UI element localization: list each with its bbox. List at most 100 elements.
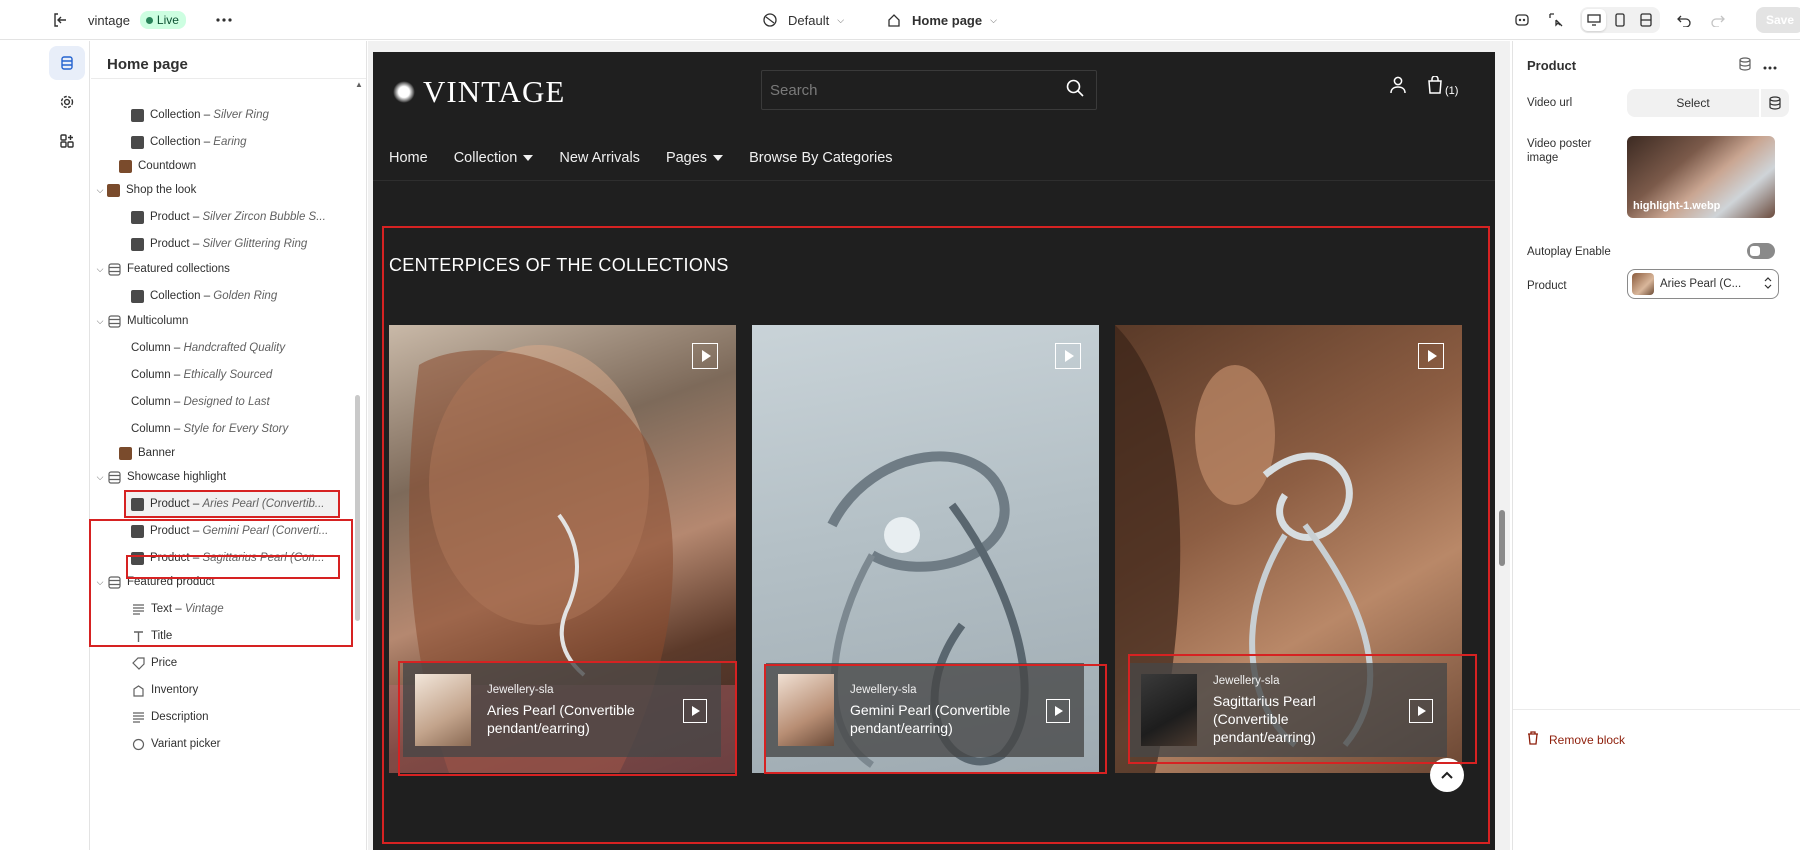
sections-icon — [61, 56, 73, 70]
collapse-chevron-icon[interactable]: ⌵ — [93, 185, 107, 196]
tree-node-23[interactable]: Description — [91, 705, 209, 729]
video-play-icon[interactable] — [692, 343, 718, 369]
product-name[interactable]: Gemini Pearl (Convertible pendant/earrin… — [850, 701, 1018, 737]
tree-node-label: Product — [150, 525, 190, 537]
tree-node-0[interactable]: Collection – Silver Ring — [91, 103, 269, 127]
theme-settings-tab[interactable] — [49, 85, 85, 119]
viewport-toggle — [1580, 7, 1660, 33]
tree-node-label: Description — [151, 711, 209, 723]
tree-node-8[interactable]: ⌵ Multicolumn — [91, 309, 188, 333]
mobile-view-icon[interactable] — [1608, 9, 1632, 31]
collapse-chevron-icon[interactable]: ⌵ — [93, 316, 107, 327]
tree-node-9[interactable]: Column – Handcrafted Quality — [91, 336, 285, 360]
sidebar-scrollbar[interactable] — [355, 395, 360, 621]
tree-node-13[interactable]: Banner — [91, 441, 175, 465]
apps-tab[interactable] — [49, 124, 85, 158]
dynamic-source-button[interactable] — [1761, 89, 1789, 117]
tree-node-21[interactable]: Price — [91, 651, 177, 675]
video-url-select-button[interactable]: Select — [1627, 89, 1759, 117]
page-title: Home page — [91, 41, 366, 79]
select-element-icon[interactable] — [1546, 10, 1566, 30]
tree-node-3[interactable]: ⌵ Shop the look — [91, 178, 196, 202]
collapse-chevron-icon[interactable]: ⌵ — [93, 577, 107, 588]
product-card[interactable]: Jewellery-sla Gemini Pearl (Convertible … — [766, 663, 1084, 757]
tree-node-24[interactable]: Variant picker — [91, 732, 220, 756]
nav-browse-categories[interactable]: Browse By Categories — [749, 150, 892, 166]
product-name[interactable]: Sagittarius Pearl (Convertible pendant/e… — [1213, 692, 1381, 746]
nav-collection[interactable]: Collection — [454, 150, 534, 166]
tree-node-18[interactable]: ⌵ Featured product — [91, 570, 215, 594]
store-logo[interactable]: VINTAGE — [393, 74, 565, 110]
sections-tab[interactable] — [49, 46, 85, 80]
tree-node-10[interactable]: Column – Ethically Sourced — [91, 363, 272, 387]
more-options-icon[interactable] — [214, 10, 234, 30]
dropdown-caret-icon — [713, 155, 724, 161]
apps-icon — [60, 134, 74, 148]
tree-node-22[interactable]: Inventory — [91, 678, 198, 702]
undo-icon[interactable] — [1674, 10, 1694, 30]
autoplay-toggle[interactable] — [1747, 243, 1775, 259]
theme-selector[interactable]: Default ⌵ — [760, 10, 844, 30]
tree-node-15[interactable]: Product – Aries Pearl (Convertib... — [124, 490, 340, 518]
nav-new-arrivals[interactable]: New Arrivals — [559, 150, 640, 166]
remove-block-button[interactable]: Remove block — [1527, 731, 1625, 748]
product-card[interactable]: Jewellery-sla Sagittarius Pearl (Convert… — [1129, 663, 1447, 757]
store-name: vintage — [88, 12, 130, 28]
fullscreen-view-icon[interactable] — [1634, 9, 1658, 31]
select-arrows-icon — [1764, 276, 1772, 292]
inspector-icon[interactable] — [1512, 10, 1532, 30]
tree-node-16[interactable]: Product – Gemini Pearl (Converti... — [91, 519, 328, 543]
product-play-icon[interactable] — [683, 699, 707, 723]
tree-node-separator: – — [189, 238, 203, 250]
collapse-chevron-icon[interactable]: ⌵ — [93, 264, 107, 275]
collection-icon — [131, 497, 144, 511]
tree-node-19[interactable]: Text – Vintage — [91, 597, 224, 621]
tree-node-6[interactable]: ⌵ Featured collections — [91, 257, 230, 281]
preview-scrollbar[interactable] — [1499, 510, 1505, 566]
desktop-view-icon[interactable] — [1582, 9, 1606, 31]
exit-icon[interactable] — [50, 10, 70, 30]
database-icon[interactable] — [1739, 57, 1751, 74]
tree-node-11[interactable]: Column – Designed to Last — [91, 390, 270, 414]
tree-node-17[interactable]: Product – Sagittarius Pearl (Con... — [91, 546, 325, 570]
remove-block-label: Remove block — [1549, 732, 1626, 747]
product-play-icon[interactable] — [1046, 699, 1070, 723]
save-button[interactable]: Save — [1756, 7, 1800, 33]
redo-icon[interactable] — [1708, 10, 1728, 30]
scroll-up-icon[interactable]: ▲ — [355, 80, 363, 89]
tree-node-12[interactable]: Column – Style for Every Story — [91, 417, 288, 441]
tree-node-7[interactable]: Collection – Golden Ring — [91, 284, 277, 308]
tree-node-14[interactable]: ⌵ Showcase highlight — [91, 465, 226, 489]
tree-node-label: Variant picker — [151, 738, 221, 750]
product-picker[interactable]: Aries Pearl (C... — [1627, 269, 1779, 299]
page-selector[interactable]: Home page ⌵ — [884, 10, 997, 30]
showcase-card-3[interactable]: Jewellery-sla Sagittarius Pearl (Convert… — [1115, 325, 1462, 773]
back-to-top-button[interactable] — [1430, 758, 1464, 792]
more-options-icon[interactable] — [1763, 58, 1777, 73]
store-search[interactable] — [761, 70, 1097, 110]
product-name[interactable]: Aries Pearl (Convertible pendant/earring… — [487, 701, 655, 737]
store-preview: VINTAGE (1) Home Collection New Arrivals… — [373, 52, 1495, 850]
tree-node-5[interactable]: Product – Silver Glittering Ring — [91, 232, 307, 256]
video-play-icon[interactable] — [1055, 343, 1081, 369]
tree-node-20[interactable]: Title — [91, 624, 172, 648]
product-play-icon[interactable] — [1409, 699, 1433, 723]
poster-image-picker[interactable]: highlight-1.webp — [1627, 136, 1775, 218]
product-card[interactable]: Jewellery-sla Aries Pearl (Convertible p… — [403, 663, 721, 757]
collapse-chevron-icon[interactable]: ⌵ — [93, 472, 107, 483]
tree-node-4[interactable]: Product – Silver Zircon Bubble S... — [91, 205, 326, 229]
tree-node-1[interactable]: Collection – Earing — [91, 130, 247, 154]
chevron-down-icon: ⌵ — [990, 14, 997, 25]
account-icon[interactable] — [1389, 76, 1407, 97]
showcase-card-1[interactable]: Jewellery-sla Aries Pearl (Convertible p… — [389, 325, 736, 773]
tree-node-separator: – — [189, 525, 203, 537]
search-icon[interactable] — [1066, 79, 1084, 102]
showcase-card-2[interactable]: Jewellery-sla Gemini Pearl (Convertible … — [752, 325, 1099, 773]
tree-node-2[interactable]: Countdown — [91, 154, 196, 178]
nav-pages[interactable]: Pages — [666, 150, 724, 166]
cart-button[interactable]: (1) — [1427, 75, 1458, 97]
video-play-icon[interactable] — [1418, 343, 1444, 369]
nav-home[interactable]: Home — [389, 150, 428, 166]
tree-node-sublabel: Ethically Sourced — [183, 369, 273, 381]
search-input[interactable] — [770, 81, 1030, 99]
